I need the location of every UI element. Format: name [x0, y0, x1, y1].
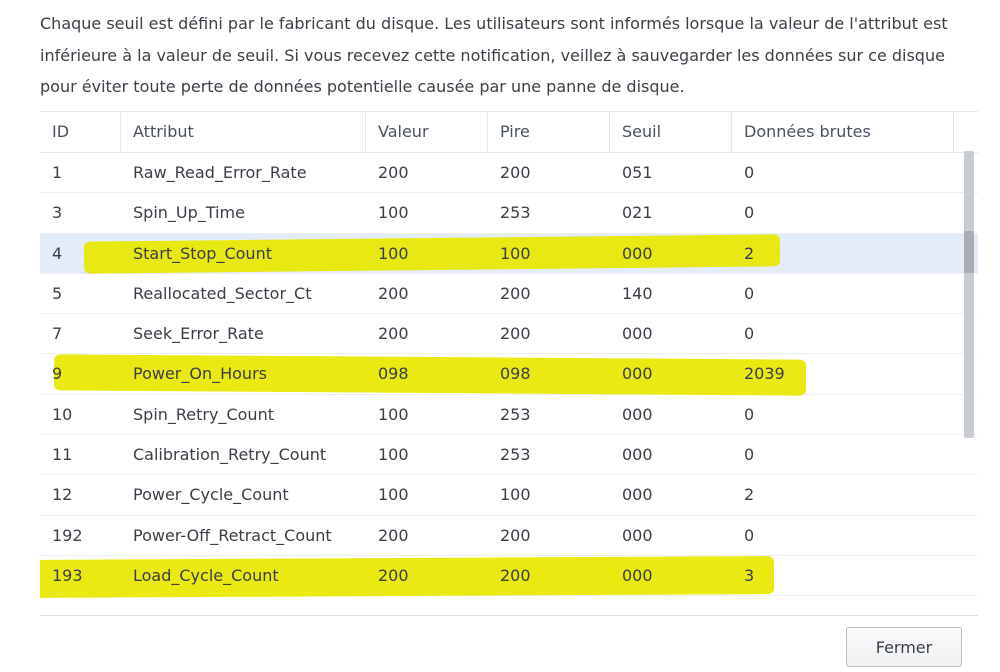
cell-id: 11	[52, 445, 73, 465]
cell-value: 200	[378, 283, 409, 303]
cell-raw-data: 0	[744, 283, 755, 303]
cell-id: 5	[52, 283, 63, 303]
column-header-raw-data[interactable]: Données brutes	[732, 112, 954, 152]
cell-value: 200	[378, 525, 409, 545]
cell-threshold: 000	[622, 485, 653, 505]
cell-value: 100	[378, 445, 409, 465]
cell-attribute: Spin_Up_Time	[133, 203, 245, 223]
table-row[interactable]: 11 Calibration_Retry_Count 100 253 000 0	[40, 435, 978, 476]
cell-value: 100	[378, 404, 409, 424]
smart-attributes-table: ID Attribut Valeur Pire Seuil Données br…	[40, 111, 978, 616]
cell-raw-data: 0	[744, 203, 755, 223]
cell-raw-data: 2039	[744, 364, 785, 384]
cell-threshold: 000	[622, 565, 653, 585]
cell-value: 200	[378, 565, 409, 585]
table-row[interactable]: 9 Power_On_Hours 098 098 000 2039	[40, 354, 978, 397]
cell-raw-data: 0	[744, 525, 755, 545]
cell-raw-data: 3	[744, 565, 755, 585]
cell-id: 193	[52, 565, 83, 585]
cell-worst: 098	[500, 364, 531, 384]
cell-threshold: 000	[622, 404, 653, 424]
cell-value: 200	[378, 324, 409, 344]
table-body: 1 Raw_Read_Error_Rate 200 200 051 0 3 Spin_Up_T…	[40, 153, 978, 598]
table-row[interactable]: 12 Power_Cycle_Count 100 100 000 2	[40, 475, 978, 516]
cell-raw-data: 0	[744, 404, 755, 424]
table-row[interactable]: 10 Spin_Retry_Count 100 253 000 0	[40, 395, 978, 436]
cell-worst: 253	[500, 445, 531, 465]
cell-threshold: 021	[622, 203, 653, 223]
cell-attribute: Calibration_Retry_Count	[133, 445, 327, 465]
cell-worst: 200	[500, 283, 531, 303]
cell-threshold: 000	[622, 243, 653, 263]
cell-id: 12	[52, 485, 73, 505]
cell-threshold: 000	[622, 364, 653, 384]
table-row[interactable]: 5 Reallocated_Sector_Ct 200 200 140 0	[40, 274, 978, 315]
table-row[interactable]: 192 Power-Off_Retract_Count 200 200 000 0	[40, 516, 978, 556]
cell-value: 100	[378, 243, 409, 263]
cell-id: 3	[52, 203, 63, 223]
cell-attribute: Power-Off_Retract_Count	[133, 525, 332, 545]
cell-id: 10	[52, 404, 73, 424]
cell-attribute: Power_On_Hours	[133, 364, 267, 384]
cell-value: 100	[378, 203, 409, 223]
column-header-id[interactable]: ID	[40, 112, 121, 152]
column-header-attribute[interactable]: Attribut	[121, 112, 366, 152]
table-row[interactable]: 1 Raw_Read_Error_Rate 200 200 051 0	[40, 153, 978, 194]
cell-attribute: Start_Stop_Count	[133, 243, 272, 263]
table-row[interactable]: 3 Spin_Up_Time 100 253 021 0	[40, 193, 978, 234]
cell-attribute: Spin_Retry_Count	[133, 404, 274, 424]
cell-attribute: Load_Cycle_Count	[133, 565, 279, 585]
cell-value: 200	[378, 163, 409, 182]
table-scrollbar[interactable]	[964, 151, 974, 438]
cell-raw-data: 2	[744, 243, 755, 263]
cell-worst: 100	[500, 243, 531, 263]
cell-raw-data: 0	[744, 445, 755, 465]
column-header-threshold[interactable]: Seuil	[610, 112, 732, 152]
column-header-value[interactable]: Valeur	[366, 112, 488, 152]
cell-threshold: 051	[622, 163, 653, 182]
cell-id: 7	[52, 324, 63, 344]
table-row[interactable]: 7 Seek_Error_Rate 200 200 000 0	[40, 314, 978, 355]
cell-worst: 253	[500, 203, 531, 223]
cell-worst: 200	[500, 525, 531, 545]
cell-worst: 200	[500, 163, 531, 182]
table-row[interactable]: 4 Start_Stop_Count 100 100 000 2	[40, 233, 978, 274]
cell-worst: 100	[500, 485, 531, 505]
table-scrollbar-thumb[interactable]	[964, 231, 974, 273]
table-header: ID Attribut Valeur Pire Seuil Données br…	[40, 112, 978, 153]
cell-id: 192	[52, 525, 83, 545]
close-button[interactable]: Fermer	[846, 627, 962, 667]
cell-worst: 200	[500, 565, 531, 585]
description-text: Chaque seuil est défini par le fabricant…	[40, 14, 948, 96]
cell-attribute: Raw_Read_Error_Rate	[133, 163, 307, 182]
cell-worst: 200	[500, 324, 531, 344]
cell-threshold: 140	[622, 283, 653, 303]
table-row[interactable]: 193 Load_Cycle_Count 200 200 000 3	[40, 556, 978, 598]
cell-id: 9	[52, 364, 63, 384]
cell-raw-data: 2	[744, 485, 755, 505]
cell-threshold: 000	[622, 324, 653, 344]
cell-value: 098	[378, 364, 409, 384]
cell-value: 100	[378, 485, 409, 505]
cell-attribute: Reallocated_Sector_Ct	[133, 283, 312, 303]
cell-threshold: 000	[622, 445, 653, 465]
cell-raw-data: 0	[744, 324, 755, 344]
cell-threshold: 000	[622, 525, 653, 545]
cell-id: 4	[52, 243, 63, 263]
cell-id: 1	[52, 163, 63, 182]
cell-worst: 253	[500, 404, 531, 424]
cell-attribute: Seek_Error_Rate	[133, 324, 264, 344]
cell-raw-data: 0	[744, 163, 755, 182]
cell-attribute: Power_Cycle_Count	[133, 485, 289, 505]
column-header-worst[interactable]: Pire	[488, 112, 610, 152]
